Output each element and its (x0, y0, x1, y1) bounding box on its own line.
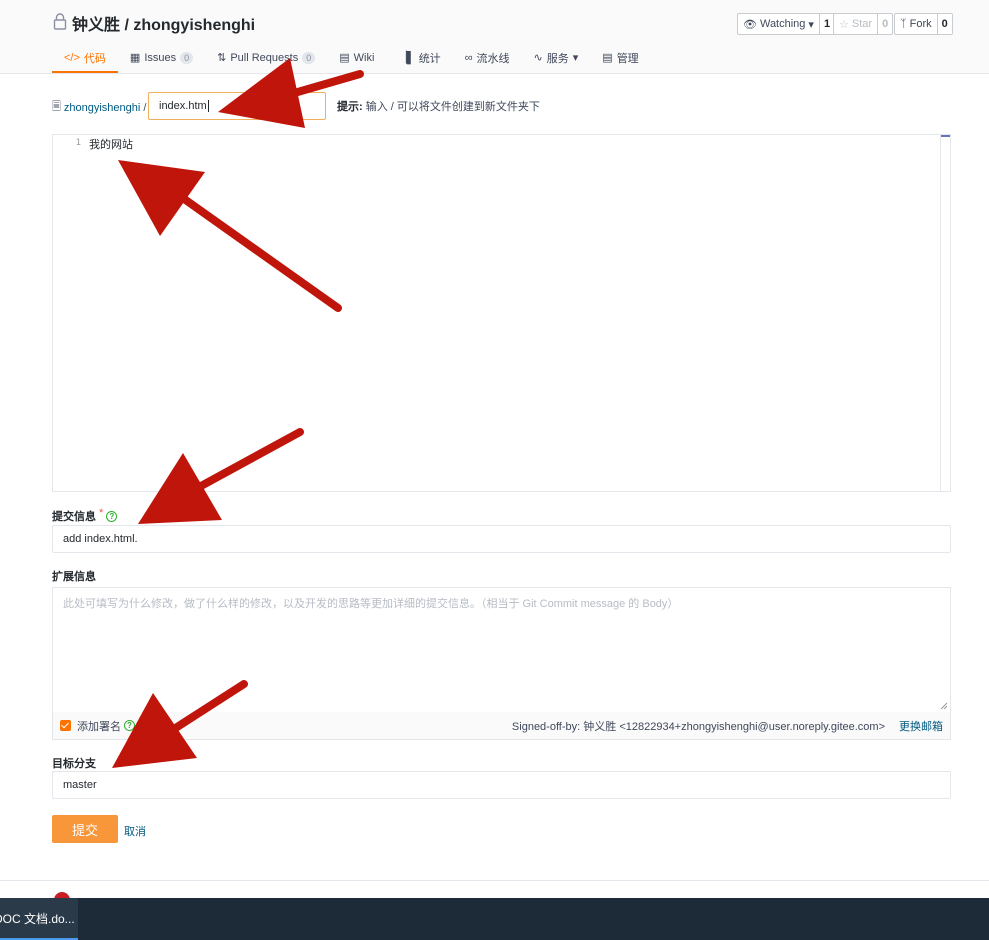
tab-label: Wiki (353, 51, 375, 64)
path-separator: / (143, 101, 147, 114)
star-button[interactable]: ☆ Star 0 (833, 13, 894, 35)
extended-textarea[interactable]: 此处可填写为什么修改，做了什么样的修改，以及开发的思路等更加详细的提交信息。（相… (52, 587, 951, 713)
help-icon[interactable]: ? (124, 720, 135, 731)
line-number: 1 (75, 138, 81, 148)
watch-label: Watching (759, 18, 806, 30)
resize-handle-icon[interactable] (940, 702, 948, 710)
code-icon: </> (64, 51, 80, 64)
filename-value: index.htm (159, 100, 207, 112)
tab-issues[interactable]: ▦ Issues 0 (118, 44, 205, 71)
file-icon: 🗏︎ (52, 101, 61, 113)
signoff-row: 添加署名 ? Signed-off-by: 钟义胜 <12822934+zhon… (52, 712, 951, 740)
signoff-checkbox[interactable] (60, 720, 71, 731)
tab-pipeline[interactable]: ∞ 流水线 (453, 44, 522, 71)
tab-label: Issues (144, 51, 177, 64)
os-taskbar (0, 898, 989, 940)
hint-text: 输入 / 可以将文件创建到新文件夹下 (365, 101, 540, 113)
editor-scrollbar[interactable] (940, 135, 950, 491)
tab-code[interactable]: </> 代码 (52, 44, 118, 73)
repo-tabs: </> 代码 ▦ Issues 0 ⇅ Pull Requests 0 ▤ Wiki ▕▌ 统… (52, 44, 651, 73)
star-icon: ☆ (839, 18, 849, 31)
footer-divider (0, 880, 989, 881)
branch-label-text: 目标分支 (52, 758, 96, 770)
fork-icon: ᛉ (900, 18, 907, 30)
watch-button[interactable]: 👁︎ Watching ▾ 1 (737, 13, 836, 35)
commit-message-input[interactable]: add index.html. (52, 525, 951, 553)
repo-title[interactable]: 钟义胜 / zhongyishenghi (72, 11, 255, 35)
hint-bold: 提示: (337, 101, 363, 113)
watch-count[interactable]: 1 (818, 14, 834, 34)
branch-input[interactable]: master (52, 771, 951, 799)
tab-pull-requests[interactable]: ⇅ Pull Requests 0 (205, 44, 327, 71)
tab-wiki[interactable]: ▤ Wiki (327, 44, 386, 71)
commit-label-text: 提交信息 (52, 511, 96, 523)
extended-placeholder: 此处可填写为什么修改，做了什么样的修改，以及开发的思路等更加详细的提交信息。（相… (63, 598, 679, 610)
tab-badge: 0 (180, 51, 194, 64)
eye-icon: 👁︎ (743, 18, 757, 31)
tab-label: 管理 (616, 52, 639, 65)
signoff-label: 添加署名 (77, 720, 121, 733)
tab-label: Pull Requests (230, 51, 299, 64)
fork-label: Fork (909, 18, 932, 30)
tab-label: 服务 (546, 52, 569, 65)
change-email-link[interactable]: 更换邮箱 (899, 718, 943, 734)
submit-button[interactable]: 提交 (52, 815, 118, 843)
manage-icon: ▤ (602, 52, 613, 64)
tab-label: 流水线 (476, 52, 510, 65)
branch-label: 目标分支 (52, 755, 96, 771)
tab-stats[interactable]: ▕▌ 统计 (386, 44, 452, 71)
code-editor[interactable]: 1 我的网站 (52, 134, 951, 492)
star-count[interactable]: 0 (877, 14, 892, 34)
taskbar-item[interactable]: DOC 文档.do... (0, 898, 78, 940)
caret-down-icon: ▾ (808, 18, 814, 31)
extended-label-text: 扩展信息 (52, 571, 96, 583)
signed-off-by: Signed-off-by: 钟义胜 <12822934+zhongyishen… (511, 720, 885, 733)
extended-label: 扩展信息 (52, 568, 96, 584)
fork-count[interactable]: 0 (936, 14, 952, 34)
fork-button[interactable]: ᛉ Fork 0 (894, 13, 953, 35)
cancel-link[interactable]: 取消 (124, 823, 146, 839)
tab-label: 代码 (83, 52, 106, 65)
pipeline-icon: ∞ (464, 51, 473, 64)
required-mark: * (99, 507, 104, 519)
filename-input[interactable]: index.htm (148, 92, 326, 120)
lock-icon (53, 13, 67, 30)
text-caret (207, 100, 209, 112)
commit-message-value: add index.html. (63, 533, 138, 545)
tab-services[interactable]: ∿ 服务 ▾ (522, 44, 591, 71)
tab-label: 统计 (418, 52, 441, 65)
bar-chart-icon: ▕▌ (398, 52, 415, 64)
pulse-icon: ∿ (533, 52, 543, 64)
tab-manage[interactable]: ▤ 管理 (590, 44, 650, 71)
path-hint: 提示: 输入 / 可以将文件创建到新文件夹下 (337, 98, 540, 114)
taskbar-item-label: DOC 文档.do... (0, 911, 75, 926)
wiki-icon: ▤ (339, 52, 350, 64)
code-line[interactable]: 我的网站 (89, 136, 133, 152)
caret-down-icon: ▾ (572, 52, 579, 64)
branch-value: master (63, 779, 97, 791)
repo-link[interactable]: zhongyishenghi (64, 102, 140, 114)
tab-badge: 0 (302, 51, 316, 64)
issues-icon: ▦ (129, 52, 141, 64)
breadcrumb: 🗏︎ zhongyishenghi / (52, 98, 146, 117)
pull-request-icon: ⇅ (217, 52, 227, 64)
help-icon[interactable]: ? (106, 510, 118, 522)
star-label: Star (851, 18, 873, 30)
commit-label: 提交信息 * ? (52, 507, 118, 524)
